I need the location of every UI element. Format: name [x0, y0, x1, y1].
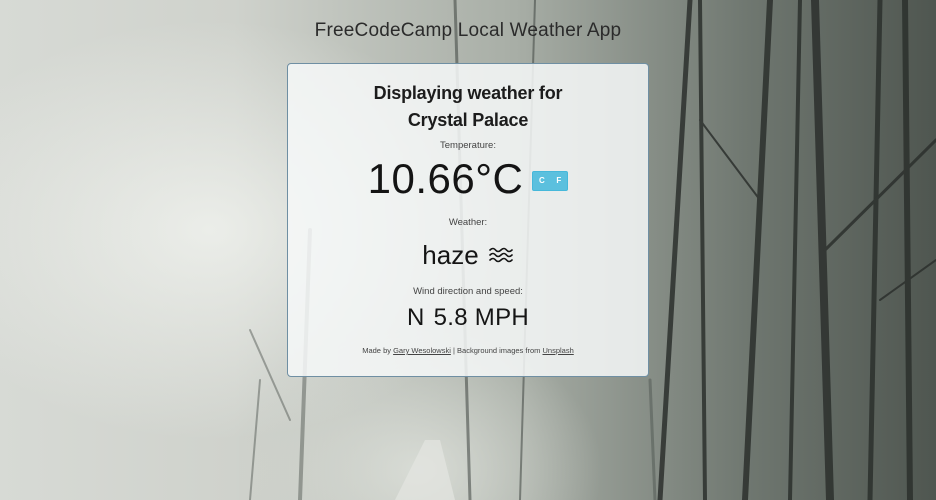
temperature-label: Temperature:: [440, 140, 496, 151]
wind-label: Wind direction and speed:: [413, 286, 523, 297]
unsplash-link[interactable]: Unsplash: [542, 346, 573, 355]
location-name: Crystal Palace: [407, 110, 529, 130]
unit-toggle: C F: [532, 171, 569, 191]
haze-icon: [488, 246, 514, 264]
temperature-row: 10.66°C C F: [288, 155, 648, 203]
heading-text: Displaying weather for: [373, 83, 563, 103]
weather-label: Weather:: [448, 217, 488, 228]
wind-row: N 5.8 MPH: [288, 304, 648, 332]
footer-made-by: Made by: [362, 346, 391, 355]
weather-row: haze: [288, 240, 648, 270]
app-title: FreeCodeCamp Local Weather App: [314, 20, 622, 41]
celsius-button[interactable]: C: [533, 172, 550, 190]
heading: Displaying weather for Crystal Palace: [288, 80, 648, 134]
weather-description: haze: [422, 239, 479, 270]
footer-credits: Made by Gary Wesolowski | Background ima…: [288, 346, 648, 355]
weather-card: Displaying weather for Crystal Palace Te…: [287, 63, 649, 377]
temperature-value: 10.66°C: [367, 155, 524, 202]
wind-speed: 5.8 MPH: [433, 304, 530, 331]
wind-direction: N: [406, 304, 425, 331]
author-link[interactable]: Gary Wesolowski: [393, 346, 451, 355]
fahrenheit-button[interactable]: F: [550, 172, 567, 190]
footer-separator: | Background images from: [452, 346, 541, 355]
